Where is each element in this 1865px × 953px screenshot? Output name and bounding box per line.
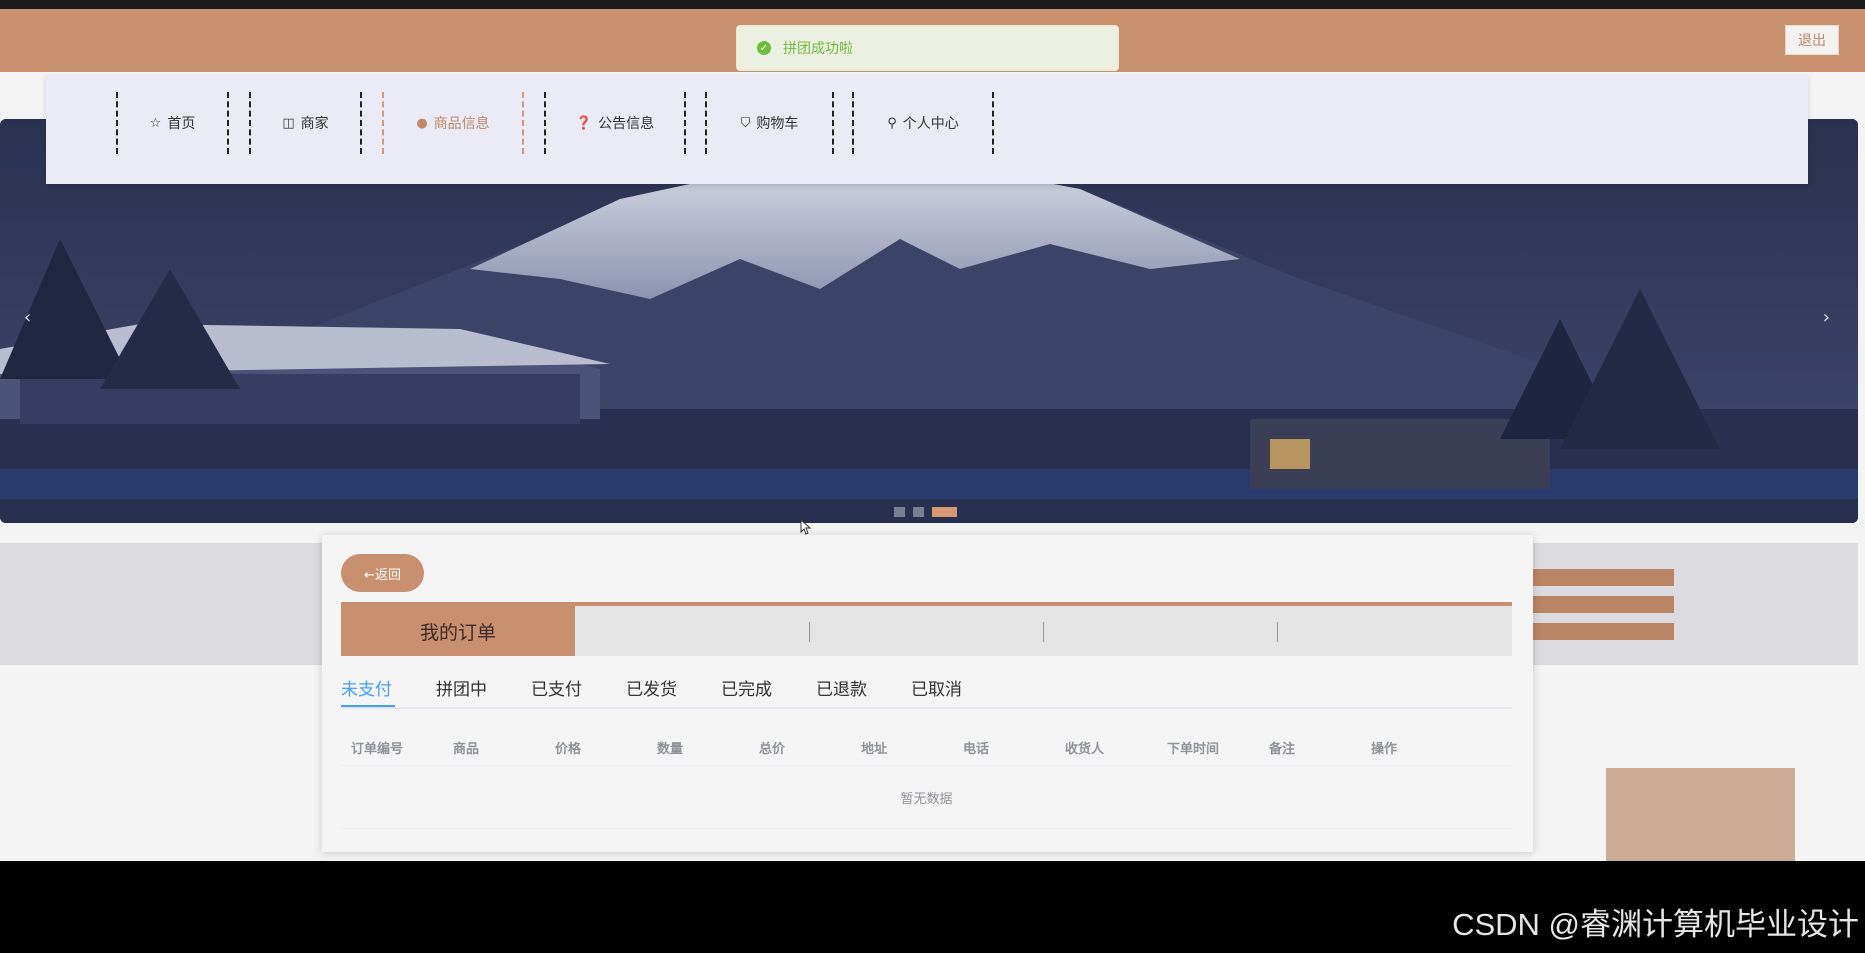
nav-label: 商品信息: [433, 116, 490, 132]
nav-label: 公告信息: [598, 116, 655, 132]
carousel-dot-active[interactable]: [932, 507, 957, 517]
top-strip: [0, 0, 1865, 9]
nav-item-cart[interactable]: ⛉ 购物车: [705, 92, 834, 154]
tab-completed[interactable]: 已完成: [721, 675, 772, 700]
column-header: 订单编号: [351, 742, 404, 757]
column-header: 价格: [555, 742, 582, 757]
column-header: 收货人: [1065, 742, 1105, 757]
nav-label: 商家: [300, 116, 329, 132]
decor-bar: [1532, 569, 1674, 586]
nav-item-home[interactable]: ☆ 首页: [116, 92, 229, 154]
toast-message: 拼团成功啦: [783, 41, 853, 57]
nav-item-profile[interactable]: ⚲ 个人中心: [852, 92, 994, 154]
nav-item-merchant[interactable]: ◫ 商家: [249, 92, 362, 154]
nav-label: 首页: [167, 116, 196, 132]
bag-icon: ◫: [282, 115, 295, 131]
column-header: 下单时间: [1167, 742, 1220, 757]
decor-bar: [1532, 623, 1674, 640]
nav-item-notices[interactable]: ❓ 公告信息: [544, 92, 686, 154]
column-header: 备注: [1269, 742, 1296, 757]
user-icon: ⚲: [887, 115, 897, 131]
empty-state: 暂无数据: [341, 767, 1512, 829]
cart-icon: ⛉: [740, 115, 751, 131]
column-header: 电话: [963, 742, 990, 757]
logout-button[interactable]: 退出: [1785, 25, 1839, 55]
orders-panel: ←返回 我的订单 未支付 拼团中 已支付 已发货 已完成 已退款 已取消 订单编…: [322, 535, 1533, 852]
back-button[interactable]: ←返回: [341, 554, 424, 592]
carousel-dot[interactable]: [913, 507, 924, 517]
divider: [1277, 622, 1278, 642]
decor-box: [1606, 768, 1795, 862]
column-header: 总价: [759, 742, 786, 757]
nav-label: 购物车: [756, 116, 799, 132]
tab-grouping[interactable]: 拼团中: [436, 675, 487, 700]
order-status-tabs: 未支付 拼团中 已支付 已发货 已完成 已退款 已取消: [341, 665, 1512, 709]
column-header: 地址: [861, 742, 888, 757]
nav-label: 个人中心: [902, 116, 959, 132]
title-row: 我的订单: [341, 606, 1512, 656]
success-toast: ✓ 拼团成功啦: [736, 25, 1119, 71]
star-icon: ☆: [149, 115, 162, 131]
column-header: 数量: [657, 742, 684, 757]
tab-cancelled[interactable]: 已取消: [911, 675, 962, 700]
watermark-text: CSDN @睿渊计算机毕业设计: [1452, 907, 1859, 942]
divider: [1043, 622, 1044, 642]
check-circle-icon: ✓: [757, 41, 771, 55]
tab-shipped[interactable]: 已发货: [626, 675, 677, 700]
main-nav: ☆ 首页 ◫ 商家 ● 商品信息 ❓ 公告信息 ⛉ 购物车 ⚲ 个人中心: [46, 75, 1808, 184]
tab-paid[interactable]: 已支付: [531, 675, 582, 700]
chevron-right-icon[interactable]: ›: [1823, 307, 1830, 328]
carousel-indicators: [894, 507, 957, 517]
tab-unpaid[interactable]: 未支付: [341, 675, 392, 700]
nav-item-products[interactable]: ● 商品信息: [382, 92, 524, 154]
tab-refunded[interactable]: 已退款: [816, 675, 867, 700]
decor-bar: [1532, 596, 1674, 613]
divider: [809, 622, 810, 642]
info-circle-icon: ●: [416, 115, 428, 131]
question-circle-icon: ❓: [575, 115, 593, 131]
mouse-cursor-icon: [800, 519, 812, 535]
column-header: 操作: [1371, 742, 1398, 757]
column-header: 商品: [453, 742, 480, 757]
carousel-dot[interactable]: [894, 507, 905, 517]
active-tab-indicator: [341, 705, 395, 707]
page-title: 我的订单: [341, 606, 575, 656]
table-header: 订单编号 商品 价格 数量 总价 地址 电话 收货人 下单时间 备注 操作: [341, 728, 1512, 766]
chevron-left-icon[interactable]: ‹: [24, 307, 31, 328]
